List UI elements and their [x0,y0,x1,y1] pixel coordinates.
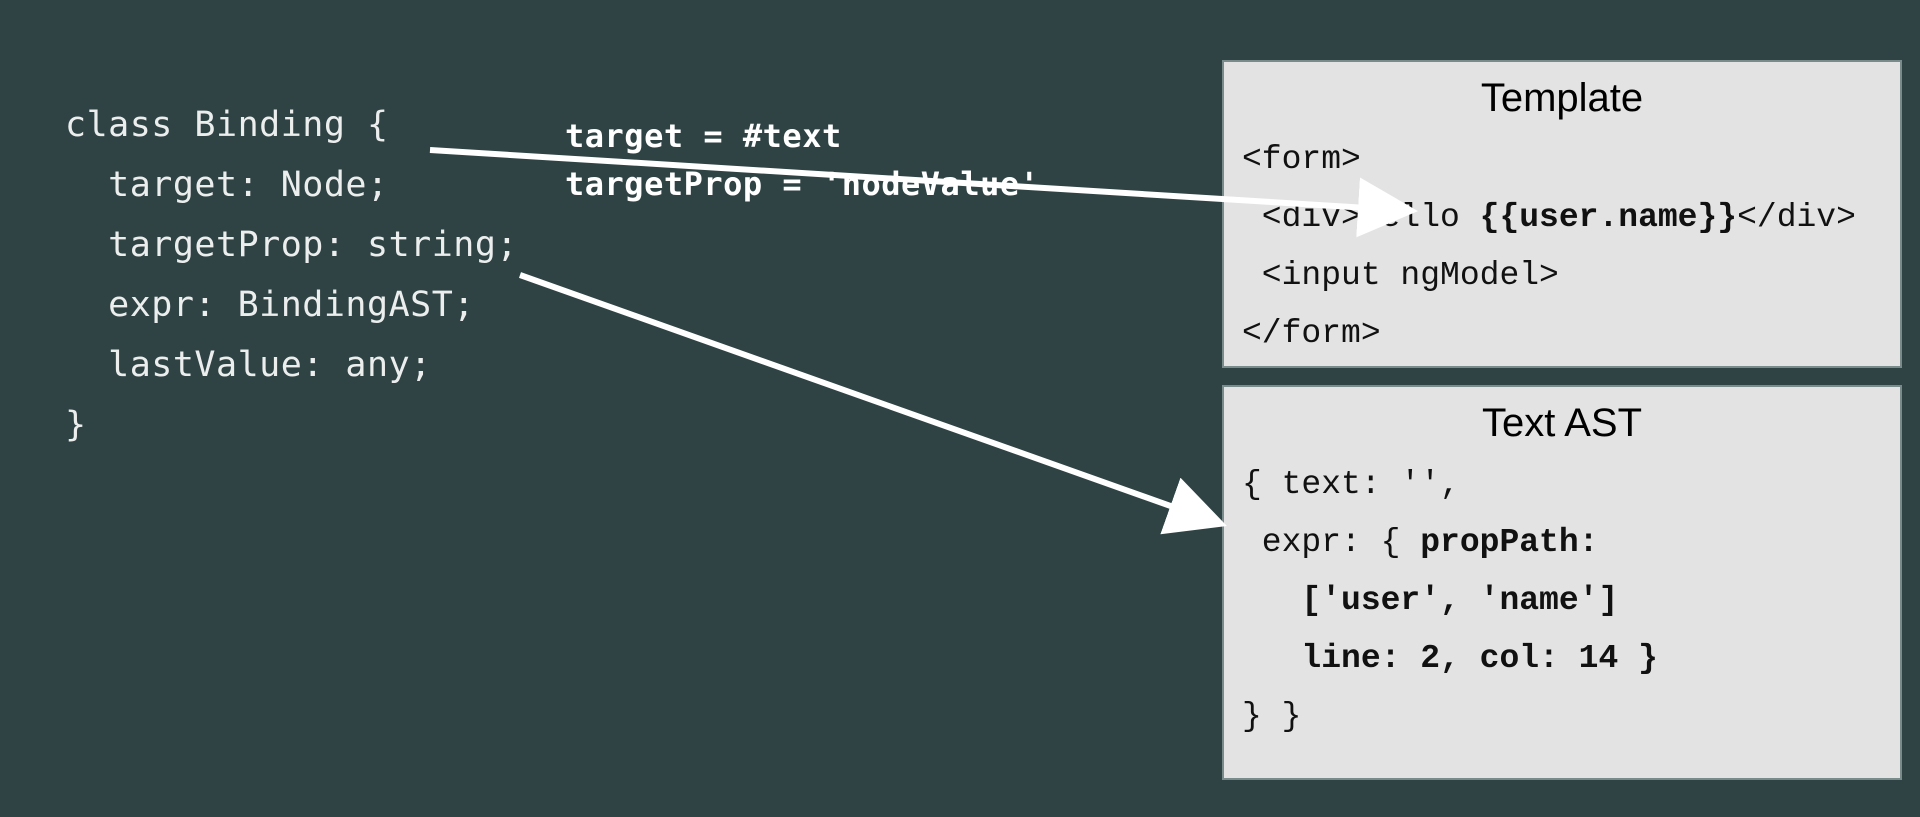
ast-l1: { text: '', [1242,466,1460,503]
ast-panel-title: Text AST [1224,387,1900,456]
code-line-3: targetProp: string; [65,225,518,265]
tpl-l1: <form> [1242,141,1361,178]
template-panel-code: <form> <div>Hello {{user.name}}</div> <i… [1224,131,1900,387]
code-line-2: target: Node; [65,165,389,205]
binding-class-code: class Binding { target: Node; targetProp… [65,95,518,455]
tpl-l2b: {{user.name}} [1480,199,1737,236]
target-annotation: target = #text targetProp = 'nodeValue' [565,112,1039,208]
text-ast-panel: Text AST { text: '', expr: { propPath: [… [1222,385,1902,780]
anno-line-1: target = #text [565,117,842,155]
code-line-4: expr: BindingAST; [65,285,475,325]
slide-stage: class Binding { target: Node; targetProp… [0,0,1920,817]
template-panel-title: Template [1224,62,1900,131]
ast-l3: ['user', 'name'] [1242,582,1618,619]
code-line-6: } [65,405,87,445]
arrow-expr-to-ast [520,275,1210,520]
tpl-l4: </form> [1242,315,1381,352]
code-line-5: lastValue: any; [65,345,432,385]
tpl-l2c: </div> [1737,199,1856,236]
ast-panel-code: { text: '', expr: { propPath: ['user', '… [1224,456,1900,770]
ast-l5: } } [1242,698,1301,735]
anno-line-2: targetProp = 'nodeValue' [565,165,1039,203]
code-line-1: class Binding { [65,105,389,145]
ast-l4: line: 2, col: 14 } [1242,640,1658,677]
template-panel: Template <form> <div>Hello {{user.name}}… [1222,60,1902,368]
tpl-l2a: <div>Hello [1242,199,1480,236]
ast-l2b: propPath: [1420,524,1598,561]
ast-l2a: expr: { [1242,524,1420,561]
tpl-l3: <input ngModel> [1242,257,1559,294]
